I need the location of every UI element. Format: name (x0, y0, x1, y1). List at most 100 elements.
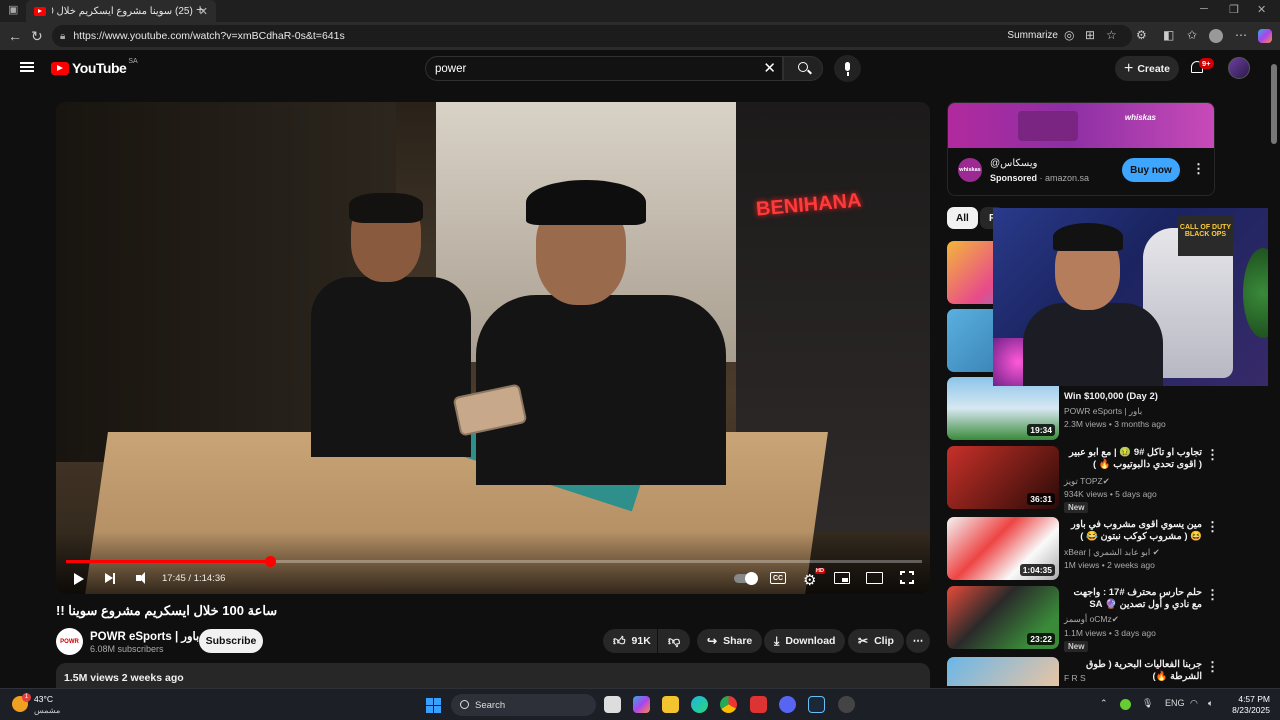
wifi-icon[interactable]: ◠ (1190, 698, 1198, 709)
tab-actions-icon[interactable]: ▣ (8, 3, 18, 16)
weather-temperature[interactable]: 43°C (34, 694, 53, 704)
page-scrollbar[interactable] (1268, 50, 1280, 686)
browser-tab[interactable]: (25) سوينا مشروع ايسكريم خلال 100... ✕ (26, 0, 216, 22)
buy-now-button[interactable]: Buy now (1122, 158, 1180, 182)
related-thumbnail[interactable]: 19:34 (947, 377, 1059, 440)
scrollbar-thumb[interactable] (1271, 64, 1277, 144)
address-bar-row: ← ↻ 🔒︎ https://www.youtube.com/watch?v=x… (0, 22, 1280, 50)
ad-menu-icon[interactable]: ⋮ (1192, 161, 1205, 177)
extensions-icon[interactable]: ⚙ (1136, 28, 1147, 42)
url-field[interactable]: 🔒︎ https://www.youtube.com/watch?v=xmBCd… (52, 25, 1132, 47)
apps-icon[interactable]: ⊞ (1085, 28, 1095, 42)
play-icon[interactable] (74, 573, 84, 585)
new-tab-button[interactable]: + (196, 1, 204, 17)
taskbar-clock[interactable]: 4:57 PM 8/23/2025 (1224, 694, 1270, 716)
taskbar-search[interactable]: Search (451, 694, 596, 716)
related-menu-icon[interactable]: ⋮ (1206, 519, 1219, 535)
ad-avatar[interactable]: whiskas (958, 158, 982, 182)
voice-search-button[interactable] (834, 55, 861, 82)
volume-icon[interactable] (136, 572, 145, 584)
close-window-icon[interactable]: ✕ (1257, 3, 1266, 16)
related-channel[interactable]: أوسمز oCMz✔ (1064, 614, 1119, 625)
taskbar-search-label: Search (475, 699, 506, 711)
youtube-logo[interactable]: YouTube SA (51, 57, 138, 76)
share-button[interactable]: ↪ Share (697, 629, 763, 653)
chrome-icon[interactable] (720, 696, 737, 713)
edge-browser-icon[interactable] (691, 696, 708, 713)
menu-icon[interactable] (20, 62, 34, 72)
search-input[interactable]: power ✕ (425, 56, 783, 81)
related-thumbnail[interactable]: 36:31 (947, 446, 1059, 509)
miniplayer-icon[interactable] (834, 572, 850, 584)
task-view-icon[interactable] (604, 696, 621, 713)
reader-icon[interactable]: ◎ (1064, 28, 1074, 42)
refresh-icon[interactable]: ↻ (31, 28, 43, 45)
steam-icon[interactable] (808, 696, 825, 713)
discord-icon[interactable] (779, 696, 796, 713)
like-button[interactable]: 👍︎ 91K (603, 629, 657, 653)
clear-search-icon[interactable]: ✕ (763, 59, 776, 77)
related-title[interactable]: تجاوب او تاكل #9 🤢 | مع ابو عبير ( اقوى … (1064, 447, 1202, 471)
language-indicator[interactable]: ENG (1165, 698, 1185, 708)
ad-sponsored-line: Sponsored · amazon.sa (990, 173, 1090, 183)
clip-button[interactable]: ✂ Clip (848, 629, 904, 653)
download-button[interactable]: ⤓ Download (764, 629, 846, 653)
copilot-icon[interactable] (1258, 29, 1272, 43)
related-thumbnail[interactable]: 1:04:35 (947, 517, 1059, 580)
related-menu-icon[interactable]: ⋮ (1206, 659, 1219, 675)
progress-scrubber[interactable] (264, 556, 276, 567)
tray-mic-icon[interactable]: 🎙︎ (1142, 698, 1153, 709)
related-channel[interactable]: POWR eSports | باور (1064, 406, 1142, 417)
autoplay-toggle[interactable] (734, 572, 758, 585)
next-icon[interactable] (105, 572, 115, 584)
ad-banner[interactable]: whiskas (948, 103, 1214, 148)
related-channel[interactable]: xBear | ابو عابد الشمري ✔ (1064, 547, 1160, 558)
copilot-taskbar-icon[interactable] (633, 696, 650, 713)
site-info-icon[interactable]: 🔒︎ (60, 31, 65, 42)
related-title[interactable]: مين يسوي اقوى مشروب في باور 😆 ( مشروب كو… (1064, 519, 1202, 543)
favorites-icon[interactable]: ✩ (1187, 28, 1197, 42)
app-icon-red[interactable] (750, 696, 767, 713)
file-explorer-icon[interactable] (662, 696, 679, 713)
split-screen-icon[interactable]: ◧ (1163, 28, 1174, 42)
back-icon[interactable]: ← (8, 28, 22, 44)
subscribe-button[interactable]: Subscribe (199, 629, 263, 653)
summarize-button[interactable]: Summarize (1007, 30, 1058, 41)
sponsored-ad[interactable]: whiskas whiskas @ويسكاس Sponsored · amaz… (947, 102, 1215, 196)
more-actions-button[interactable]: ⋯ (906, 629, 930, 653)
fullscreen-icon[interactable] (899, 570, 915, 585)
favorite-star-icon[interactable]: ☆ (1106, 28, 1117, 42)
related-title[interactable]: حلم حارس محترف #17 : واجهت مع نادي و أول… (1064, 587, 1203, 611)
related-channel[interactable]: F R S (1064, 673, 1086, 683)
minimize-icon[interactable]: ─ (1200, 3, 1208, 15)
channel-avatar[interactable]: POWR (56, 628, 83, 655)
clock-date: 8/23/2025 (1232, 705, 1270, 715)
search-button[interactable] (783, 56, 823, 81)
theater-mode-icon[interactable] (866, 572, 883, 584)
notification-badge: 9+ (1199, 58, 1214, 69)
captions-icon[interactable]: CC (770, 572, 786, 584)
chip-all[interactable]: All (947, 207, 978, 229)
related-channel[interactable]: تويز TOPZ✔ (1064, 476, 1110, 487)
country-code: SA (128, 57, 138, 65)
account-avatar[interactable] (1228, 57, 1250, 79)
settings-gear-icon[interactable]: ⚙ (803, 571, 816, 589)
create-button[interactable]: + Create (1115, 56, 1179, 81)
restore-icon[interactable]: ❐ (1229, 3, 1239, 16)
more-menu-icon[interactable]: ⋯ (1235, 28, 1247, 42)
speaker-icon[interactable]: 🔈︎ (1208, 698, 1213, 709)
profile-avatar[interactable] (1209, 29, 1223, 43)
dislike-button[interactable]: 👎︎ (658, 629, 690, 653)
related-thumbnail[interactable] (947, 657, 1059, 686)
windows-start-icon[interactable] (426, 698, 441, 713)
video-player[interactable]: BENIHANA 17:45 / 1:14:36 CC ⚙ HD (56, 102, 930, 594)
channel-name[interactable]: POWR eSports | باور (90, 629, 199, 643)
video-duration: 36:31 (1027, 493, 1055, 505)
related-thumbnail[interactable]: 23:22 (947, 586, 1059, 649)
related-menu-icon[interactable]: ⋮ (1206, 587, 1219, 603)
related-menu-icon[interactable]: ⋮ (1206, 447, 1219, 463)
tray-app-icon[interactable] (1120, 699, 1131, 710)
related-title[interactable]: Win $100,000 (Day 2) (1064, 391, 1202, 403)
app-icon-gray[interactable] (838, 696, 855, 713)
show-hidden-icons[interactable]: ⌃ (1100, 698, 1108, 709)
